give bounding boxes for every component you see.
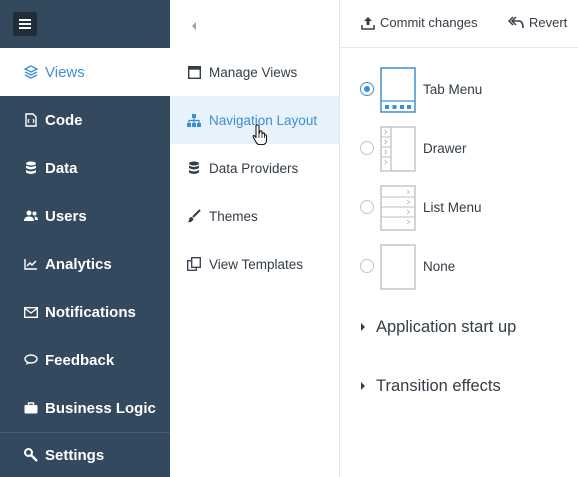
brush-icon [187, 209, 201, 223]
revert-button[interactable]: Revert [508, 15, 567, 30]
layout-option-label: Drawer [423, 141, 467, 156]
subnav-item-view-templates[interactable]: View Templates [170, 240, 339, 288]
database-icon [24, 161, 38, 175]
toolbar: Commit changes Revert [341, 0, 578, 48]
sidebar-item-label: Users [45, 207, 87, 225]
section-title: Application start up [376, 317, 517, 336]
reply-all-icon [508, 16, 524, 29]
commit-changes-label: Commit changes [380, 15, 478, 30]
drawer-radio[interactable] [360, 141, 374, 155]
subnav-item-themes[interactable]: Themes [170, 192, 339, 240]
none-thumbnail [380, 244, 416, 290]
layout-option-none[interactable]: None [341, 237, 578, 293]
sidebar-item-views[interactable]: Views [0, 48, 170, 96]
sidebar-item-analytics[interactable]: Analytics [0, 240, 170, 288]
sidebar-topbar [0, 0, 170, 48]
subnav-item-data-providers[interactable]: Data Providers [170, 144, 339, 192]
sidebar-item-label: Settings [45, 446, 105, 464]
sidebar-item-label: Data [45, 159, 78, 177]
chevron-left-icon [192, 22, 196, 30]
section-transition-effects[interactable]: Transition effects [341, 371, 578, 401]
layers-icon [24, 65, 38, 79]
collapse-subnav-button[interactable] [190, 18, 198, 36]
database-icon [187, 161, 201, 175]
commit-changes-button[interactable]: Commit changes [361, 15, 478, 30]
hamburger-menu-button[interactable] [13, 12, 37, 36]
sidebar-item-label: Business Logic [45, 399, 156, 417]
sidebar-item-settings[interactable]: Settings [0, 432, 170, 477]
sitemap-icon [187, 113, 201, 127]
sidebar-item-business-logic[interactable]: Business Logic [0, 384, 170, 432]
users-icon [24, 209, 38, 223]
sidebar-item-label: Analytics [45, 255, 112, 273]
templates-icon [187, 257, 201, 271]
subnav-item-label: Data Providers [209, 160, 299, 176]
code-file-icon [24, 113, 38, 127]
sidebar-item-code[interactable]: Code [0, 96, 170, 144]
layout-option-label: None [423, 259, 456, 274]
layout-option-tab-menu[interactable]: Tab Menu [341, 60, 578, 116]
subnav-item-manage-views[interactable]: Manage Views [170, 48, 339, 96]
tab-menu-thumbnail [380, 67, 416, 113]
none-radio[interactable] [360, 259, 374, 273]
sidebar-item-label: Views [45, 63, 85, 81]
sidebar-item-label: Code [45, 111, 83, 129]
revert-label: Revert [529, 15, 568, 30]
list-menu-thumbnail [380, 185, 416, 231]
briefcase-icon [24, 401, 38, 415]
drawer-thumbnail [380, 126, 416, 172]
sidebar-item-feedback[interactable]: Feedback [0, 336, 170, 384]
caret-right-icon [361, 382, 365, 390]
main-sidebar: Views Code Data Users Analytics Notifica… [0, 0, 170, 477]
section-title: Transition effects [376, 376, 501, 395]
layout-option-label: Tab Menu [423, 82, 483, 97]
caret-right-icon [361, 323, 365, 331]
sidebar-item-label: Feedback [45, 351, 115, 369]
subnav-item-label: Themes [209, 208, 258, 224]
line-chart-icon [24, 257, 38, 271]
navigation-layout-panel: Commit changes Revert Tab Menu Drawer Li… [341, 0, 578, 477]
upload-icon [361, 16, 375, 30]
layout-option-label: List Menu [423, 200, 482, 215]
section-application-start-up[interactable]: Application start up [341, 312, 578, 342]
subnav-item-label: View Templates [209, 256, 304, 272]
views-subnav: Manage Views Navigation Layout Data Prov… [170, 0, 340, 477]
layout-option-drawer[interactable]: Drawer [341, 119, 578, 175]
tab-menu-radio[interactable] [360, 82, 374, 96]
layout-icon [187, 65, 201, 79]
chat-icon [24, 353, 38, 367]
layout-option-list-menu[interactable]: List Menu [341, 178, 578, 234]
wrench-icon [24, 448, 38, 462]
hand-pointer-cursor-icon [252, 124, 268, 146]
sidebar-item-notifications[interactable]: Notifications [0, 288, 170, 336]
list-menu-radio[interactable] [360, 200, 374, 214]
sidebar-item-label: Notifications [45, 303, 136, 321]
hamburger-icon [19, 19, 31, 29]
envelope-icon [24, 305, 38, 319]
sidebar-item-data[interactable]: Data [0, 144, 170, 192]
subnav-item-label: Manage Views [209, 64, 298, 80]
sidebar-item-users[interactable]: Users [0, 192, 170, 240]
